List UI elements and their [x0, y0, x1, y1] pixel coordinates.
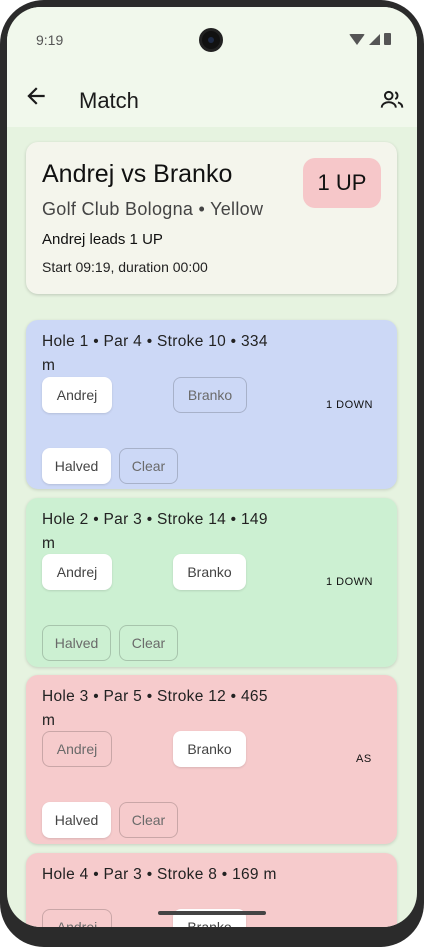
halved-button[interactable]: Halved: [42, 802, 111, 838]
player-b-button[interactable]: Branko: [173, 377, 247, 413]
player-b-button[interactable]: Branko: [173, 731, 246, 767]
status-bar: 9:19: [7, 7, 417, 67]
hole-card-3: Hole 3 • Par 5 • Stroke 12 • 465 m Andre…: [26, 675, 397, 844]
match-title: Andrej vs Branko: [42, 160, 233, 188]
course-name: Golf Club Bologna • Yellow: [42, 199, 264, 219]
hole-title: Hole 2 • Par 3 • Stroke 14 • 149 m: [42, 511, 268, 552]
halved-button[interactable]: Halved: [42, 448, 111, 484]
hole-title: Hole 3 • Par 5 • Stroke 12 • 465 m: [42, 688, 268, 729]
player-a-button[interactable]: Andrej: [42, 377, 112, 413]
player-a-button[interactable]: Andrej: [42, 554, 112, 590]
match-summary-card: Andrej vs Branko Golf Club Bologna • Yel…: [26, 142, 397, 294]
hole-state: AS: [356, 753, 372, 765]
clear-button[interactable]: Clear: [119, 625, 178, 661]
player-a-button[interactable]: Andrej: [42, 909, 112, 927]
match-content: Andrej vs Branko Golf Club Bologna • Yel…: [7, 127, 417, 927]
hole-title: Hole 4 • Par 3 • Stroke 8 • 169 m: [42, 866, 277, 883]
hole-card-1: Hole 1 • Par 4 • Stroke 10 • 334 m Andre…: [26, 320, 397, 489]
signal-icon: [369, 34, 380, 45]
score-badge: 1 UP: [303, 158, 381, 208]
app-bar: Match: [7, 67, 417, 127]
back-arrow-icon[interactable]: [23, 83, 49, 109]
match-status: Andrej leads 1 UP: [42, 231, 163, 248]
match-start-time: Start 09:19, duration 00:00: [42, 259, 208, 275]
status-icons: [349, 33, 391, 45]
hole-state: 1 DOWN: [326, 399, 373, 411]
gesture-handle[interactable]: [158, 911, 266, 915]
clear-button[interactable]: Clear: [119, 802, 178, 838]
halved-button[interactable]: Halved: [42, 625, 111, 661]
hole-card-2: Hole 2 • Par 3 • Stroke 14 • 149 m Andre…: [26, 498, 397, 667]
player-a-button[interactable]: Andrej: [42, 731, 112, 767]
player-b-button[interactable]: Branko: [173, 554, 246, 590]
wifi-icon: [349, 34, 365, 45]
battery-icon: [384, 33, 391, 45]
hole-card-4: Hole 4 • Par 3 • Stroke 8 • 169 m Andrej…: [26, 853, 397, 927]
status-time: 9:19: [36, 32, 64, 48]
people-icon[interactable]: [379, 87, 405, 113]
hole-state: 1 DOWN: [326, 576, 373, 588]
clear-button[interactable]: Clear: [119, 448, 178, 484]
camera-cutout: [199, 28, 223, 52]
hole-title: Hole 1 • Par 4 • Stroke 10 • 334 m: [42, 333, 268, 374]
device-frame: 9:19 Match Andrej vs Branko Golf Club Bo…: [0, 0, 424, 947]
screen: 9:19 Match Andrej vs Branko Golf Club Bo…: [7, 7, 417, 927]
page-title: Match: [79, 88, 139, 113]
